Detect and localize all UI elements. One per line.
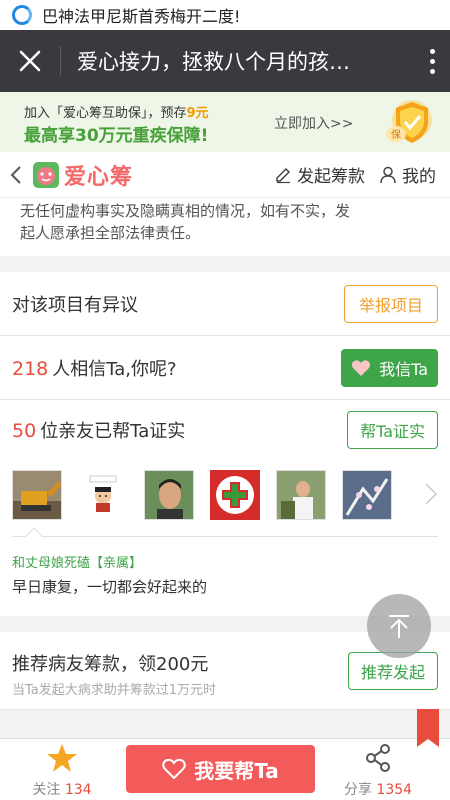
chevron-right-icon[interactable]: [424, 482, 438, 506]
banner-line1: 加入「爱心筹互助保」，预存9元: [24, 106, 209, 121]
site-logo[interactable]: 爱心筹: [32, 159, 133, 191]
verify-button[interactable]: 帮Ta证实: [347, 411, 438, 449]
insurance-shield-icon: 保: [386, 100, 432, 143]
help-button[interactable]: 我要帮Ta: [126, 745, 315, 793]
story-snippet: 无任何虚构事实及隐瞒真相的情况，如有不实，发 起人愿承担全部法律责任。: [0, 198, 450, 256]
notification-text: 巴神法甲尼斯首秀梅开二度!: [42, 7, 241, 26]
close-icon: [19, 50, 41, 72]
share-count: 1354: [376, 782, 413, 798]
verify-row: 50 位亲友已帮Ta证实 帮Ta证实: [0, 400, 450, 460]
avatar[interactable]: [276, 470, 326, 520]
story-line-2: 无任何虚构事实及隐瞒真相的情况，如有不实，发: [20, 202, 351, 220]
comment-message: 早日康复，一切都会好起来的: [12, 578, 208, 596]
close-button[interactable]: [0, 30, 60, 92]
avatar[interactable]: [342, 470, 392, 520]
join-now-link[interactable]: 立即加入>>: [274, 113, 353, 133]
follow-label: 关注 134: [32, 782, 92, 798]
my-account-label: 我的: [402, 167, 436, 187]
comment-pointer: [25, 527, 43, 545]
bookmark-ribbon-icon: [417, 709, 439, 747]
believe-button-label: 我信Ta: [379, 359, 428, 379]
edit-icon: [276, 167, 291, 183]
banner-amount: 9元: [186, 106, 209, 121]
believe-text: 218 人相信Ta,你呢?: [12, 357, 177, 380]
promo-banner[interactable]: 加入「爱心筹互助保」，预存9元 最高享30万元重疾保障! 立即加入>> 保: [0, 92, 450, 152]
verify-text: 50 位亲友已帮Ta证实: [12, 420, 186, 442]
browser-icon: [12, 5, 32, 25]
heart-icon: [352, 359, 371, 376]
help-label: 我要帮Ta: [194, 758, 279, 783]
recommend-button[interactable]: 推荐发起: [347, 652, 438, 690]
comment-divider: [12, 536, 438, 537]
more-dot-icon: [429, 58, 435, 64]
back-to-top-button[interactable]: [367, 594, 431, 658]
avatar[interactable]: [12, 470, 62, 520]
verify-count: 50: [12, 420, 37, 442]
report-text: 对该项目有异议: [12, 294, 138, 316]
user-icon: [380, 166, 396, 183]
heart-outline-icon: [162, 758, 186, 780]
bottom-action-bar: 关注 134 我要帮Ta 分享 1354: [0, 709, 450, 800]
share-icon: [366, 744, 390, 772]
report-button[interactable]: 举报项目: [343, 284, 438, 323]
follow-button[interactable]: 关注 134: [24, 743, 100, 799]
my-account-link[interactable]: 我的: [379, 162, 436, 187]
site-nav: 爱心筹 发起筹款 我的: [0, 152, 450, 198]
arrow-up-icon: [389, 615, 409, 638]
back-button[interactable]: [0, 152, 32, 198]
follow-count: 134: [64, 782, 92, 798]
recommend-subtitle: 当Ta发起大病求助并筹款过1万元时: [12, 683, 217, 698]
avatar[interactable]: [210, 470, 260, 520]
believe-button[interactable]: 我信Ta: [341, 348, 438, 387]
chevron-left-icon: [10, 165, 21, 184]
verifier-avatars: [0, 460, 450, 530]
comment-author: 和丈母娘死磕【亲属】: [12, 556, 143, 571]
believe-row: 218 人相信Ta,你呢? 我信Ta: [0, 336, 450, 400]
title-bar: 爱心接力，拯救八个月的孩…: [0, 30, 450, 92]
story-line-3: 起人愿承担全部法律责任。: [20, 224, 201, 242]
more-menu-button[interactable]: [414, 30, 450, 92]
logo-text: 爱心筹: [64, 164, 134, 190]
banner-headline: 最高享30万元重疾保障!: [24, 126, 209, 146]
report-row: 对该项目有异议 举报项目: [0, 272, 450, 336]
recommend-title: 推荐病友筹款，领200元: [12, 654, 209, 675]
star-icon: [47, 744, 77, 772]
more-dot-icon: [429, 68, 435, 74]
start-fundraising-label: 发起筹款: [297, 167, 365, 187]
believe-count: 218: [12, 357, 49, 380]
page-title: 爱心接力，拯救八个月的孩…: [77, 50, 350, 74]
share-button[interactable]: 分享 1354: [336, 743, 420, 799]
avatar[interactable]: [78, 470, 128, 520]
page: 巴神法甲尼斯首秀梅开二度! 爱心接力，拯救八个月的孩… 加入「爱心筹互助保」，预…: [0, 0, 450, 800]
start-fundraising-link[interactable]: 发起筹款: [274, 162, 365, 187]
more-dot-icon: [429, 48, 435, 54]
logo-icon: [33, 161, 59, 188]
avatar[interactable]: [144, 470, 194, 520]
share-label: 分享 1354: [343, 782, 413, 798]
notification-bar[interactable]: 巴神法甲尼斯首秀梅开二度!: [0, 0, 450, 30]
svg-text:保: 保: [391, 128, 401, 141]
